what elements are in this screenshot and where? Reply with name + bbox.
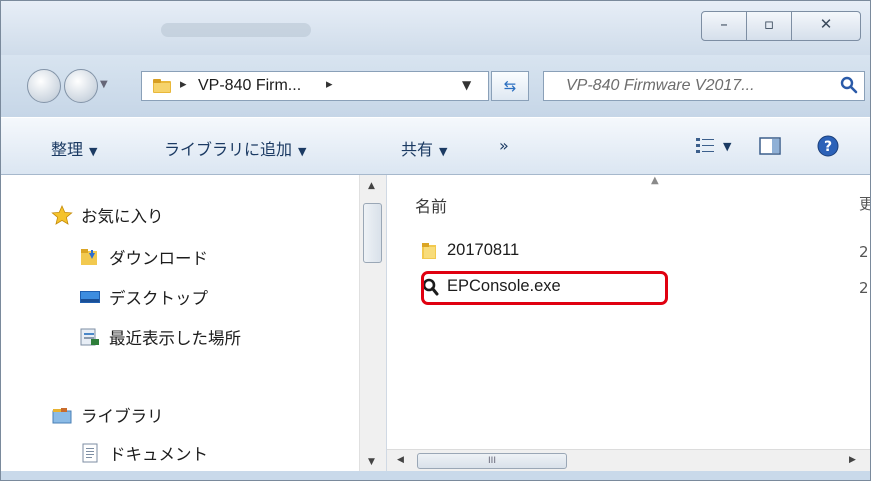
command-bar: 整理 ▼ ライブラリに追加 ▼ 共有 ▼ » ▼ ? <box>1 117 870 175</box>
breadcrumb-current[interactable]: VP-840 Firm... <box>198 77 301 95</box>
chevron-down-icon: ▼ <box>439 145 448 158</box>
blurred-title <box>161 23 311 37</box>
minimize-button[interactable]: – <box>701 11 747 41</box>
download-folder-icon <box>81 249 97 265</box>
minimize-icon: – <box>720 15 728 33</box>
recent-pages-dropdown-icon[interactable]: ▼ <box>100 79 108 90</box>
preview-pane-icon[interactable] <box>759 136 781 156</box>
scroll-left-icon[interactable]: ◀ <box>397 455 404 465</box>
scroll-thumb[interactable] <box>363 203 382 263</box>
navigation-scrollbar[interactable]: ▲ ▼ <box>359 175 386 471</box>
add-to-library-label: ライブラリに追加 <box>164 140 293 159</box>
column-header-date[interactable]: 更 <box>859 193 870 214</box>
nav-label: お気に入り <box>81 207 164 226</box>
file-list: ▲ 名前 更 20170811 2 EPConsole.exe 2 <box>387 175 870 471</box>
nav-documents[interactable]: ドキュメント <box>79 441 208 465</box>
share-label: 共有 <box>401 140 434 159</box>
share-menu[interactable]: 共有 ▼ <box>401 136 447 160</box>
nav-label: ライブラリ <box>81 407 164 426</box>
refresh-button[interactable]: ⇆ <box>491 71 529 101</box>
column-header-name[interactable]: 名前 <box>415 193 447 217</box>
file-date-cut: 2 <box>859 243 869 261</box>
sort-ascending-icon: ▲ <box>651 175 659 186</box>
more-commands-button[interactable]: » <box>499 136 509 155</box>
view-dropdown-icon[interactable]: ▼ <box>723 140 731 153</box>
nav-downloads[interactable]: ダウンロード <box>79 245 208 269</box>
close-button[interactable]: ✕ <box>791 11 861 41</box>
forward-button[interactable] <box>64 69 98 103</box>
recent-places-icon <box>80 328 99 346</box>
nav-label: デスクトップ <box>109 289 208 308</box>
document-icon <box>82 443 98 463</box>
folder-icon <box>153 79 171 93</box>
search-box[interactable]: VP-840 Firmware V2017... <box>543 71 865 101</box>
scroll-right-icon[interactable]: ▶ <box>849 455 856 465</box>
chevron-down-icon: ▼ <box>89 145 98 158</box>
back-button[interactable] <box>27 69 61 103</box>
nav-recent-places[interactable]: 最近表示した場所 <box>79 325 241 349</box>
nav-label: 最近表示した場所 <box>109 329 241 348</box>
svg-text:?: ? <box>824 139 832 155</box>
help-icon[interactable]: ? <box>816 134 840 158</box>
title-bar[interactable]: – ▫ ✕ <box>1 1 870 55</box>
organize-menu[interactable]: 整理 ▼ <box>51 136 97 160</box>
desktop-icon <box>80 291 100 303</box>
library-icon <box>52 408 72 424</box>
breadcrumb-separator-icon[interactable]: ▸ <box>180 77 187 92</box>
file-name: 20170811 <box>447 241 520 259</box>
organize-label: 整理 <box>51 140 84 159</box>
maximize-button[interactable]: ▫ <box>746 11 792 41</box>
nav-favorites[interactable]: お気に入り <box>51 203 164 227</box>
horizontal-scrollbar[interactable]: ◀ III ▶ <box>387 449 870 472</box>
view-options-icon[interactable] <box>695 136 717 154</box>
window-bottom-frame <box>1 471 870 480</box>
navigation-bar: ▼ ▸ VP-840 Firm... ▸ ▼ ⇆ VP-840 Firmware… <box>1 55 870 117</box>
nav-label: ドキュメント <box>109 445 208 464</box>
nav-libraries[interactable]: ライブラリ <box>51 403 164 427</box>
address-bar[interactable]: ▸ VP-840 Firm... ▸ ▼ <box>141 71 489 101</box>
folder-icon <box>422 242 436 259</box>
add-to-library-menu[interactable]: ライブラリに追加 ▼ <box>164 136 306 160</box>
file-item-folder[interactable]: 20170811 <box>421 241 519 260</box>
maximize-icon: ▫ <box>763 15 775 33</box>
address-dropdown-icon[interactable]: ▼ <box>462 78 471 92</box>
highlight-box <box>421 271 668 305</box>
star-icon <box>51 205 73 225</box>
nav-desktop[interactable]: デスクトップ <box>79 285 208 309</box>
chevron-down-icon: ▼ <box>298 145 307 158</box>
search-placeholder: VP-840 Firmware V2017... <box>566 77 755 94</box>
breadcrumb-separator-icon[interactable]: ▸ <box>326 77 333 92</box>
explorer-window: – ▫ ✕ ▼ ▸ VP-840 Firm... ▸ ▼ ⇆ VP-840 Fi… <box>0 0 871 481</box>
scroll-down-icon[interactable]: ▼ <box>368 457 375 467</box>
navigation-pane: お気に入り ダウンロード デスクトップ 最近表示した場所 ライブラリ ドキュメン… <box>1 175 387 471</box>
close-icon: ✕ <box>819 15 833 33</box>
file-date-cut: 2 <box>859 279 869 297</box>
scroll-up-icon[interactable]: ▲ <box>368 181 375 191</box>
search-icon[interactable] <box>840 76 858 94</box>
scroll-thumb[interactable]: III <box>417 453 567 469</box>
refresh-icon: ⇆ <box>503 77 517 95</box>
nav-label: ダウンロード <box>109 249 208 268</box>
